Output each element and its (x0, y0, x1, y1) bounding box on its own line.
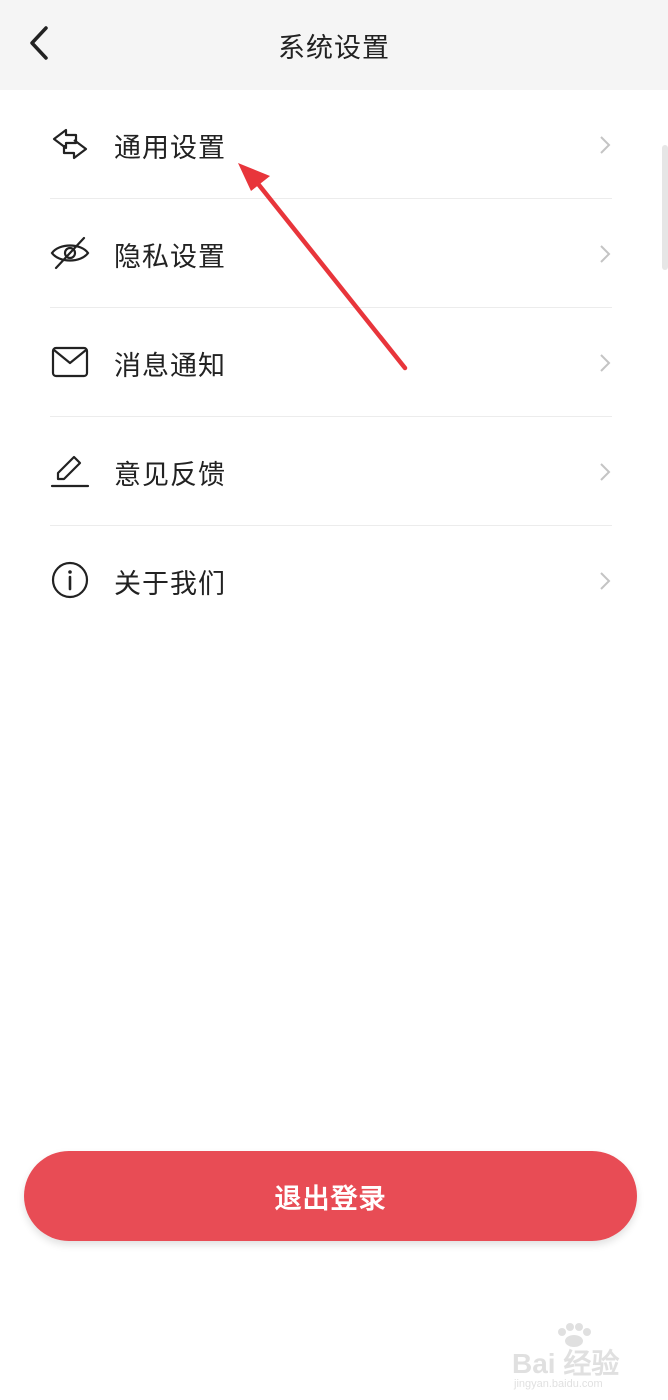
menu-item-general-settings[interactable]: 通用设置 (50, 90, 612, 199)
chevron-right-icon (600, 572, 611, 590)
info-icon (51, 561, 89, 599)
menu-item-feedback[interactable]: 意见反馈 (50, 417, 612, 526)
chevron-right-icon (600, 245, 611, 263)
chevron-right-icon (600, 136, 611, 154)
menu-item-label: 通用设置 (114, 133, 226, 164)
menu-item-label: 意见反馈 (114, 460, 226, 491)
menu-item-about-us[interactable]: 关于我们 (50, 526, 612, 634)
pencil-icon (50, 455, 90, 488)
menu-item-label: 隐私设置 (114, 242, 226, 273)
watermark-brand: Bai 经验 (512, 1348, 620, 1379)
mail-icon (51, 346, 89, 378)
menu-item-label: 关于我们 (114, 569, 226, 600)
menu-item-privacy-settings[interactable]: 隐私设置 (50, 199, 612, 308)
top-bar: 系统设置 (0, 0, 668, 90)
logout-button[interactable]: 退出登录 (24, 1151, 637, 1241)
watermark: Bai 经验 jingyan.baidu.com (508, 1322, 658, 1392)
menu-item-label: 消息通知 (114, 351, 226, 382)
swap-arrows-icon (52, 128, 88, 160)
page-title: 系统设置 (278, 33, 390, 64)
chevron-right-icon (600, 354, 611, 372)
settings-menu: 通用设置 隐私设置 消息通知 意见反馈 关于我们 (0, 90, 668, 634)
eye-off-icon (50, 236, 90, 270)
scrollbar[interactable] (662, 145, 668, 270)
chevron-right-icon (600, 463, 611, 481)
menu-item-message-notifications[interactable]: 消息通知 (50, 308, 612, 417)
watermark-url: jingyan.baidu.com (514, 1378, 603, 1390)
